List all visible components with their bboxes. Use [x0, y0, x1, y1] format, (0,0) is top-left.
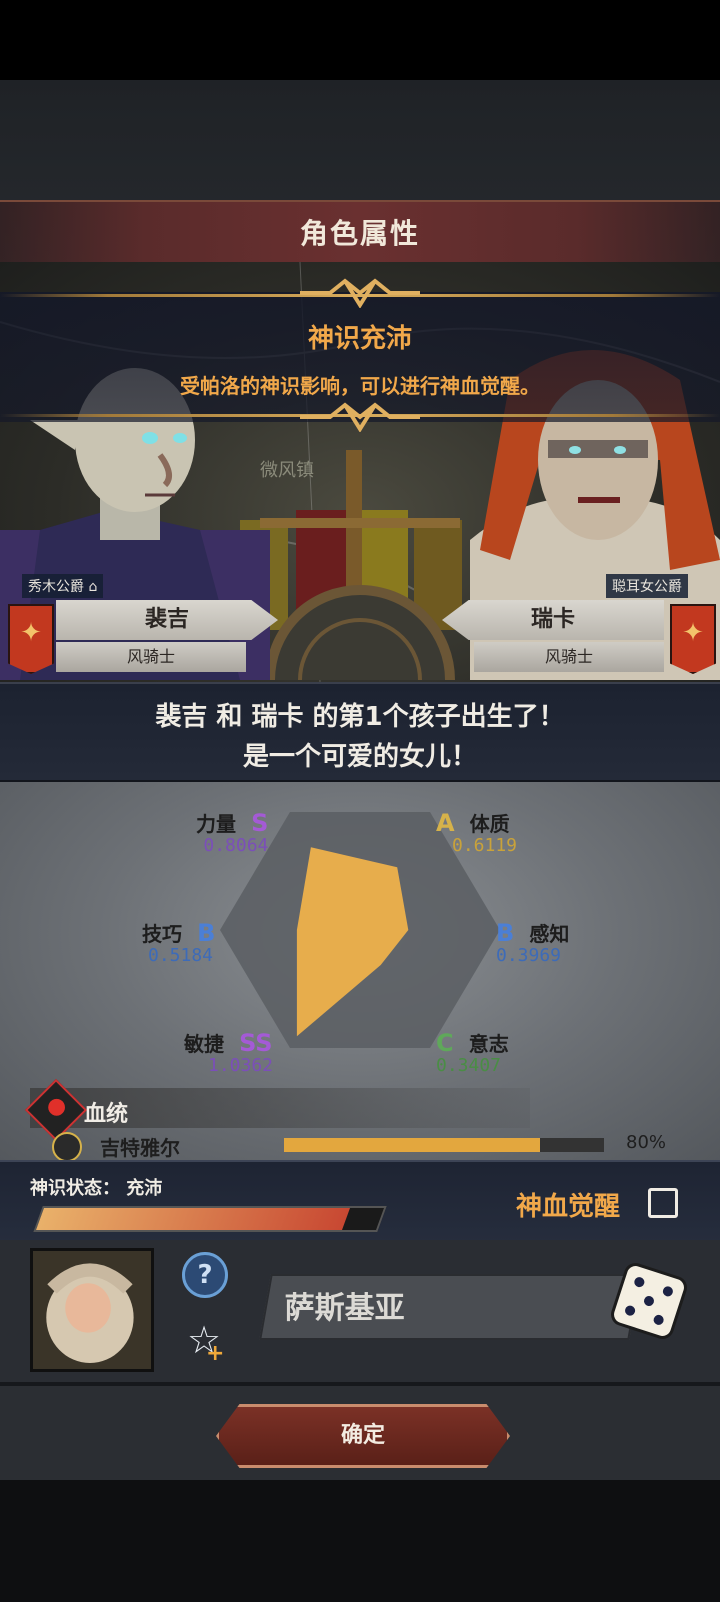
- announcement-line2: 是一个可爱的女儿！: [242, 742, 477, 772]
- add-trait-button[interactable]: ☆ +: [182, 1318, 226, 1366]
- child-avatar: [30, 1248, 154, 1372]
- awakening-label: 神血觉醒: [516, 1192, 621, 1222]
- left-parent-role: 风骑士: [56, 642, 246, 672]
- help-button[interactable]: ?: [182, 1252, 228, 1298]
- bloodline-entry-bar: [284, 1138, 604, 1152]
- status-bar-area: [0, 0, 720, 80]
- ornament-bottom-icon: [300, 402, 420, 432]
- flame-crest-icon: ✦: [20, 618, 42, 648]
- blood-drop-glyph: ●: [47, 1094, 67, 1119]
- announcement-line1: 裴吉 和 瑞卡 的第1个孩子出生了！: [155, 702, 565, 732]
- bloodline-label: 血统: [84, 1102, 129, 1127]
- awakening-checkbox[interactable]: [648, 1188, 678, 1218]
- baby-portrait: [33, 1251, 145, 1363]
- bloodline-entry-percent: 80%: [626, 1132, 667, 1153]
- stat-constitution: A 体质 0.6119: [436, 809, 518, 856]
- left-parent-name[interactable]: 裴吉: [56, 600, 278, 640]
- child-name-input[interactable]: 萨斯基亚: [259, 1274, 641, 1340]
- dice-icon: [611, 1263, 687, 1339]
- stat-agility: 敏捷 SS 1.0362: [184, 1029, 274, 1076]
- right-parent-title: 聪耳女公爵: [606, 574, 688, 598]
- deity-icon: [52, 1132, 82, 1160]
- stat-strength: 力量 S 0.8064: [196, 809, 269, 856]
- right-parent-name[interactable]: 瑞卡: [442, 600, 664, 640]
- plus-icon: +: [206, 1341, 225, 1366]
- bloodline-entry-name: 吉特雅尔: [100, 1136, 180, 1160]
- bloodline-row[interactable]: 吉特雅尔 80%: [50, 1128, 670, 1160]
- rank-icon: ⌂: [88, 579, 98, 595]
- right-house-emblem: ✦: [670, 604, 716, 674]
- event-subtitle: 受帕洛的神识影响，可以进行神血觉醒。: [180, 374, 540, 398]
- left-house-emblem: ✦: [8, 604, 54, 674]
- randomize-name-button[interactable]: [610, 1262, 688, 1340]
- event-title: 神识充沛: [307, 324, 412, 354]
- divine-state-text: 神识状态： 充沛: [30, 1178, 163, 1199]
- stat-skill: 技巧 B 0.5184: [142, 919, 216, 966]
- ornament-top-icon: [300, 278, 420, 308]
- confirm-button[interactable]: 确定: [216, 1404, 510, 1468]
- stat-perception: B 感知 0.3969: [496, 919, 570, 966]
- right-parent-role: 风骑士: [474, 642, 664, 672]
- page-title: 角色属性: [299, 217, 420, 250]
- bloodline-entry-fill: [284, 1138, 540, 1152]
- divine-state-bar: [33, 1206, 387, 1232]
- stat-will: C 意志 0.3407: [436, 1029, 509, 1076]
- question-icon: ?: [197, 1260, 213, 1290]
- divine-state-fill: [35, 1208, 351, 1230]
- left-parent-title: 秀木公爵 ⌂: [22, 574, 104, 598]
- flame-crest-icon: ✦: [682, 618, 704, 648]
- bottom-area: [0, 1480, 720, 1602]
